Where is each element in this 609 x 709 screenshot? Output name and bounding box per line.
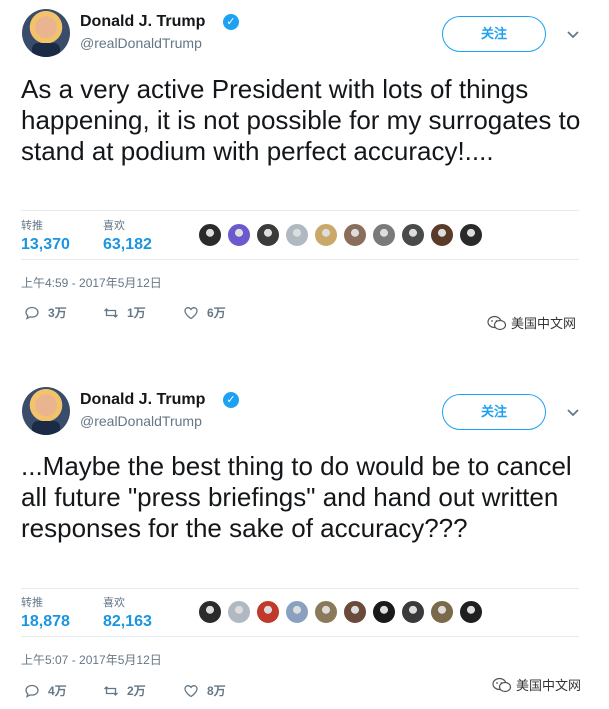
liker-avatar[interactable] — [227, 600, 251, 624]
liker-avatar[interactable] — [459, 223, 483, 247]
liker-avatar[interactable] — [285, 600, 309, 624]
liker-avatar[interactable] — [343, 600, 367, 624]
reply-icon — [25, 306, 39, 320]
divider — [21, 588, 579, 589]
retweet-button[interactable]: 2万 — [103, 682, 146, 699]
like-button[interactable]: 8万 — [183, 682, 226, 699]
follow-button[interactable]: 关注 — [442, 394, 546, 430]
liker-avatar[interactable] — [459, 600, 483, 624]
liker-avatar[interactable] — [343, 223, 367, 247]
retweet-icon — [104, 307, 118, 318]
reply-button[interactable]: 3万 — [24, 304, 67, 321]
divider — [21, 636, 579, 637]
liker-avatar[interactable] — [198, 600, 222, 624]
tweet-text: ...Maybe the best thing to do would be t… — [21, 451, 572, 543]
heart-icon — [184, 684, 198, 697]
like-count: 6万 — [207, 306, 226, 320]
watermark: 美国中文网 — [487, 313, 576, 332]
retweets-stat[interactable]: 转推 13,370 — [21, 217, 70, 254]
liker-avatar[interactable] — [372, 600, 396, 624]
retweets-value: 13,370 — [21, 236, 70, 253]
likes-value: 63,182 — [103, 236, 152, 253]
timestamp[interactable]: 上午4:59 - 2017年5月12日 — [21, 274, 162, 291]
likes-stat[interactable]: 喜欢 63,182 — [103, 217, 152, 254]
liker-avatar[interactable] — [401, 223, 425, 247]
liker-avatar[interactable] — [430, 600, 454, 624]
retweets-label: 转推 — [21, 597, 43, 609]
likes-label: 喜欢 — [103, 220, 125, 232]
liker-avatar[interactable] — [314, 600, 338, 624]
divider — [21, 259, 579, 260]
likes-label: 喜欢 — [103, 597, 125, 609]
liker-avatar[interactable] — [314, 223, 338, 247]
retweet-count: 1万 — [127, 306, 146, 320]
reply-count: 3万 — [48, 306, 67, 320]
watermark: 美国中文网 — [492, 675, 581, 694]
watermark-text: 美国中文网 — [511, 316, 577, 331]
divider — [21, 210, 579, 211]
like-count: 8万 — [207, 684, 226, 698]
verified-badge-icon: ✓ — [223, 14, 239, 30]
likes-stat[interactable]: 喜欢 82,163 — [103, 594, 152, 631]
avatar[interactable] — [22, 9, 70, 57]
liker-avatar[interactable] — [401, 600, 425, 624]
timestamp[interactable]: 上午5:07 - 2017年5月12日 — [21, 651, 162, 668]
engagement-stats: 转推 18,878 喜欢 82,163 — [21, 594, 588, 636]
reply-count: 4万 — [48, 684, 67, 698]
reply-icon — [25, 684, 39, 698]
liker-avatar[interactable] — [285, 223, 309, 247]
retweet-button[interactable]: 1万 — [103, 304, 146, 321]
display-name[interactable]: Donald J. Trump — [80, 13, 205, 31]
liker-avatar[interactable] — [430, 223, 454, 247]
like-button[interactable]: 6万 — [183, 304, 226, 321]
tweet-text: As a very active President with lots of … — [21, 74, 581, 166]
wechat-icon — [487, 315, 507, 330]
retweets-stat[interactable]: 转推 18,878 — [21, 594, 70, 631]
watermark-text: 美国中文网 — [516, 678, 582, 693]
heart-icon — [184, 306, 198, 319]
reply-button[interactable]: 4万 — [24, 682, 67, 699]
liker-avatar[interactable] — [227, 223, 251, 247]
handle[interactable]: @realDonaldTrump — [80, 35, 202, 51]
liker-avatar[interactable] — [256, 223, 280, 247]
retweet-count: 2万 — [127, 684, 146, 698]
engagement-stats: 转推 13,370 喜欢 63,182 — [21, 217, 588, 259]
verified-badge-icon: ✓ — [223, 392, 239, 408]
liker-avatar[interactable] — [372, 223, 396, 247]
liker-avatar[interactable] — [198, 223, 222, 247]
liker-avatar[interactable] — [256, 600, 280, 624]
wechat-icon — [492, 677, 512, 692]
display-name[interactable]: Donald J. Trump — [80, 391, 205, 409]
follow-button[interactable]: 关注 — [442, 16, 546, 52]
likes-value: 82,163 — [103, 613, 152, 630]
chevron-down-icon[interactable] — [565, 26, 581, 42]
handle[interactable]: @realDonaldTrump — [80, 413, 202, 429]
avatar[interactable] — [22, 387, 70, 435]
retweets-label: 转推 — [21, 220, 43, 232]
retweets-value: 18,878 — [21, 613, 70, 630]
retweet-icon — [104, 685, 118, 696]
chevron-down-icon[interactable] — [565, 404, 581, 420]
